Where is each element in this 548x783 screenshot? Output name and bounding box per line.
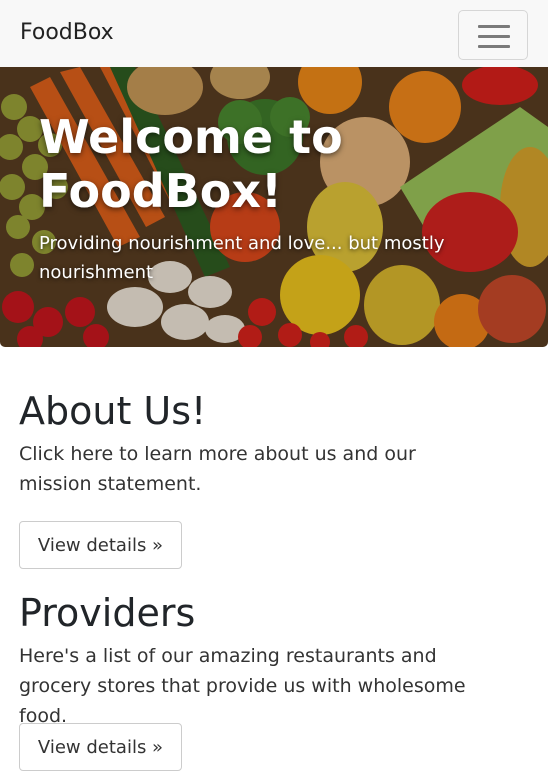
about-view-details-button[interactable]: View details »	[19, 521, 182, 569]
about-text: Click here to learn more about us and ou…	[19, 443, 416, 495]
brand-link[interactable]: FoodBox	[20, 20, 114, 45]
navbar: FoodBox	[0, 0, 548, 67]
menu-toggle-button[interactable]	[458, 10, 528, 60]
about-section: About Us! Click here to learn more about…	[19, 389, 519, 569]
providers-text: Here's a list of our amazing restaurants…	[19, 645, 466, 727]
providers-heading: Providers	[19, 591, 196, 635]
about-heading: About Us!	[19, 389, 207, 433]
hero-subtitle: Providing nourishment and love... but mo…	[39, 233, 445, 283]
providers-view-details-button[interactable]: View details »	[19, 723, 182, 771]
providers-section: Providers Here's a list of our amazing r…	[19, 591, 519, 771]
hero-banner: Welcome to FoodBox! Providing nourishmen…	[0, 67, 548, 347]
hero-title: Welcome to FoodBox!	[39, 110, 343, 218]
